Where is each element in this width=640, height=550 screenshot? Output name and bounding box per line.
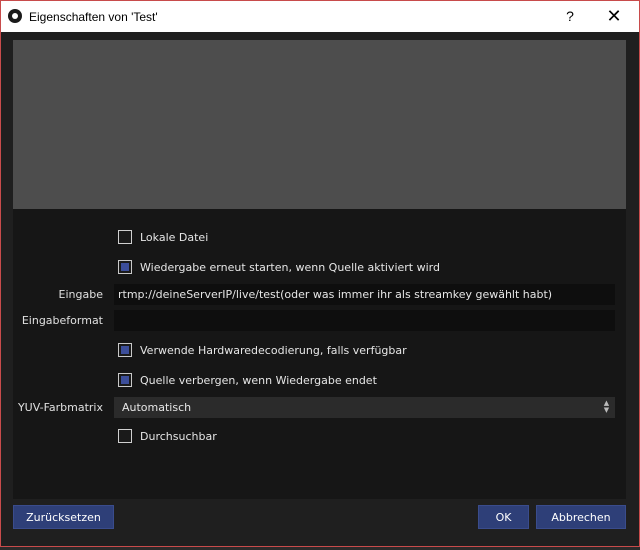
input-format-field[interactable]	[114, 310, 615, 331]
checkbox-box[interactable]	[118, 230, 132, 244]
checkbox-box-checked[interactable]	[118, 343, 132, 357]
restart-playback-checkbox[interactable]: Wiedergabe erneut starten, wenn Quelle a…	[118, 258, 440, 276]
local-file-label: Lokale Datei	[140, 230, 209, 244]
obs-app-icon	[8, 9, 22, 23]
checkbox-box-checked[interactable]	[118, 373, 132, 387]
input-url-field[interactable]: rtmp://deineServerIP/live/test(oder was …	[114, 284, 615, 305]
title-bar: Eigenschaften von 'Test' ? ✕	[1, 1, 639, 32]
ok-button[interactable]: OK	[478, 505, 529, 529]
help-button[interactable]: ?	[547, 1, 593, 32]
close-button[interactable]: ✕	[591, 1, 637, 32]
input-label: Eingabe	[58, 288, 103, 301]
hw-decoding-label: Verwende Hardwaredecodierung, falls verf…	[140, 343, 407, 357]
row-input-format: Eingabeformat	[13, 310, 626, 332]
yuv-matrix-value: Automatisch	[122, 401, 192, 414]
properties-panel: Lokale Datei Wiedergabe erneut starten, …	[13, 209, 626, 499]
row-seekable: Durchsuchbar	[13, 425, 626, 447]
yuv-matrix-select[interactable]: Automatisch ▲ ▼	[114, 397, 615, 418]
row-local-file: Lokale Datei	[13, 226, 626, 248]
cancel-button[interactable]: Abbrechen	[536, 505, 626, 529]
dialog-content: Lokale Datei Wiedergabe erneut starten, …	[1, 32, 639, 546]
hide-source-label: Quelle verbergen, wenn Wiedergabe endet	[140, 373, 377, 387]
hw-decoding-checkbox[interactable]: Verwende Hardwaredecodierung, falls verf…	[118, 341, 407, 359]
reset-button[interactable]: Zurücksetzen	[13, 505, 114, 529]
hide-source-checkbox[interactable]: Quelle verbergen, wenn Wiedergabe endet	[118, 371, 377, 389]
local-file-checkbox[interactable]: Lokale Datei	[118, 228, 208, 246]
input-format-label: Eingabeformat	[21, 314, 103, 327]
row-hw-decoding: Verwende Hardwaredecodierung, falls verf…	[13, 339, 626, 361]
checkbox-box-checked[interactable]	[118, 260, 132, 274]
yuv-matrix-label: YUV-Farbmatrix	[17, 401, 103, 414]
checkbox-box[interactable]	[118, 429, 132, 443]
seekable-checkbox[interactable]: Durchsuchbar	[118, 427, 217, 445]
window-title: Eigenschaften von 'Test'	[29, 10, 158, 24]
properties-dialog: Eigenschaften von 'Test' ? ✕ Lokale Date…	[0, 0, 640, 547]
row-input: Eingabe rtmp://deineServerIP/live/test(o…	[13, 284, 626, 306]
seekable-label: Durchsuchbar	[140, 429, 217, 443]
source-preview	[13, 40, 626, 209]
up-down-arrows-icon: ▲ ▼	[603, 399, 610, 414]
row-yuv-matrix: YUV-Farbmatrix Automatisch ▲ ▼	[13, 397, 626, 419]
restart-playback-label: Wiedergabe erneut starten, wenn Quelle a…	[140, 260, 440, 274]
row-hide-source: Quelle verbergen, wenn Wiedergabe endet	[13, 369, 626, 391]
row-restart-playback: Wiedergabe erneut starten, wenn Quelle a…	[13, 256, 626, 278]
